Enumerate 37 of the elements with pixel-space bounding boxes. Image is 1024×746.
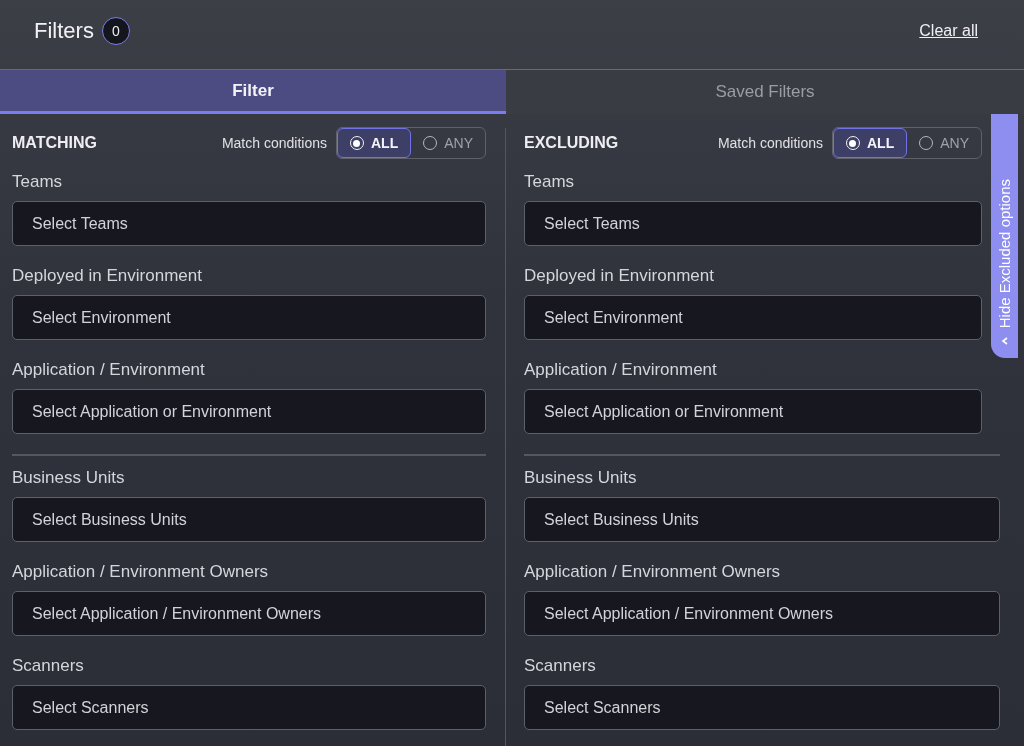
radio-option[interactable]: ALL xyxy=(337,128,412,158)
section-heading: EXCLUDING xyxy=(524,134,619,152)
select-field[interactable]: Select Application / Environment Owners xyxy=(12,591,486,636)
select-field[interactable]: Select Application or Environment xyxy=(12,389,486,434)
panel-title: Filters xyxy=(34,17,94,44)
field-label: Application / Environment xyxy=(12,360,206,380)
tab[interactable]: Filter xyxy=(0,70,506,114)
radio-option[interactable]: ALL xyxy=(833,128,908,158)
radio-option[interactable]: ANY xyxy=(411,128,485,158)
field-label: Teams xyxy=(12,172,64,192)
field-label: Deployed in Environment xyxy=(524,266,715,286)
field-label: Teams xyxy=(524,172,576,192)
select-field[interactable]: Select Environment xyxy=(524,295,982,340)
select-field[interactable]: Select Scanners xyxy=(524,685,1000,730)
field-label: Business Units xyxy=(12,468,126,488)
match-conditions-label: Match conditions xyxy=(221,135,327,151)
field-label: Business Units xyxy=(524,468,638,488)
match-conditions-label: Match conditions xyxy=(717,135,823,151)
select-field[interactable]: Select Application / Environment Owners xyxy=(524,591,1000,636)
chevron-icon xyxy=(999,336,1010,346)
select-field[interactable]: Select Scanners xyxy=(12,685,486,730)
field-label: Scanners xyxy=(12,656,85,676)
select-field[interactable]: Select Application or Environment xyxy=(524,389,982,434)
select-field[interactable]: Select Business Units xyxy=(12,497,486,542)
section-heading: MATCHING xyxy=(12,134,98,152)
field-label: Application / Environment Owners xyxy=(12,562,270,582)
count-badge: 0 xyxy=(101,16,130,45)
select-field[interactable]: Select Teams xyxy=(524,201,982,246)
field-label: Application / Environment Owners xyxy=(524,562,782,582)
radio-option[interactable]: ANY xyxy=(907,128,981,158)
field-label: Deployed in Environment xyxy=(12,266,203,286)
select-field[interactable]: Select Teams xyxy=(12,201,486,246)
select-field[interactable]: Select Business Units xyxy=(524,497,1000,542)
field-label: Application / Environment xyxy=(524,360,718,380)
clear-all-link[interactable]: Clear all xyxy=(919,21,978,40)
select-field[interactable]: Select Environment xyxy=(12,295,486,340)
field-label: Scanners xyxy=(524,656,597,676)
